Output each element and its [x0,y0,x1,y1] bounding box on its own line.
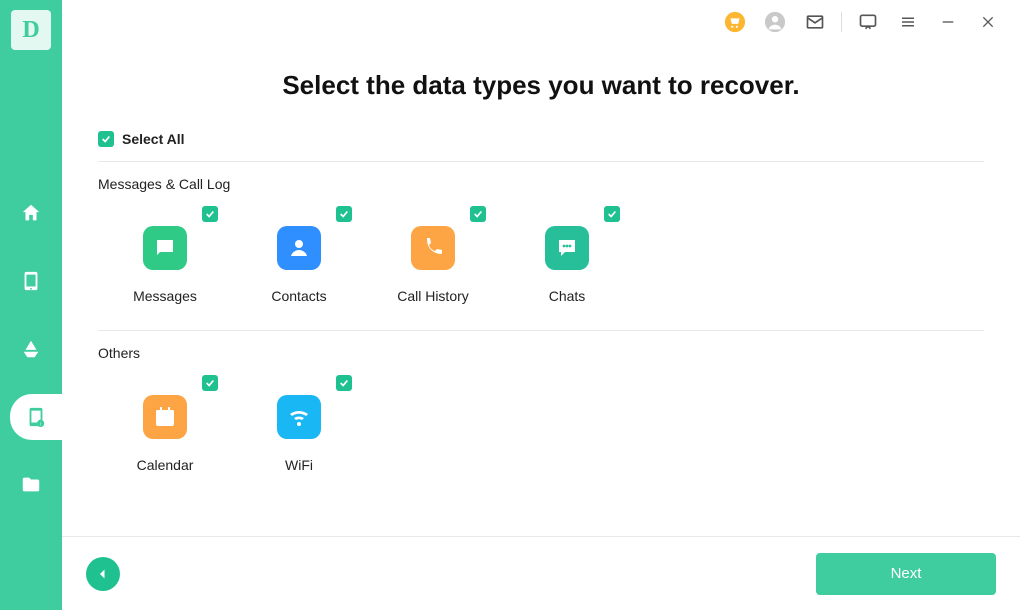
nav-cloud[interactable] [0,326,62,372]
person-icon [277,226,321,270]
select-all-row[interactable]: Select All [98,131,984,162]
tile-checkbox[interactable] [336,375,352,391]
phone-call-icon [411,226,455,270]
datatype-tile[interactable]: WiFi [232,379,366,473]
nav-device-alert[interactable]: ! [10,394,62,440]
datatype-tile[interactable]: Calendar [98,379,232,473]
check-icon [473,209,483,219]
calendar-icon [143,395,187,439]
chat-bubble-icon [545,226,589,270]
page-title: Select the data types you want to recove… [62,70,1020,101]
sidebar: D ! [0,0,62,610]
svg-text:!: ! [40,421,41,426]
next-button[interactable]: Next [816,553,996,595]
tile-checkbox[interactable] [470,206,486,222]
message-icon [143,226,187,270]
nav-folder[interactable] [0,462,62,508]
check-icon [205,378,215,388]
tile-label: Contacts [271,288,326,304]
arrow-left-icon [94,565,112,583]
tile-label: Chats [549,288,586,304]
back-button[interactable] [86,557,120,591]
section-title: Messages & Call Log [98,176,984,192]
nav-phone[interactable] [0,258,62,304]
datatype-tile[interactable]: Chats [500,210,634,304]
datatype-tile[interactable]: Contacts [232,210,366,304]
home-icon [20,202,42,224]
tile-label: Calendar [137,457,194,473]
section-title: Others [98,345,984,361]
cloud-icon [20,338,42,360]
app-logo: D [11,10,51,50]
folder-icon [20,474,42,496]
nav-list: ! [0,190,62,508]
device-alert-icon: ! [25,406,47,428]
select-all-checkbox[interactable] [98,131,114,147]
tile-label: Call History [397,288,469,304]
select-all-label: Select All [122,131,185,147]
datatype-grid: Messages Contacts Call History Chats [98,210,984,331]
check-icon [339,378,349,388]
check-icon [205,209,215,219]
check-icon [101,134,111,144]
datatype-grid: Calendar WiFi [98,379,984,499]
tile-checkbox[interactable] [202,375,218,391]
phone-icon [20,270,42,292]
tile-checkbox[interactable] [604,206,620,222]
nav-home[interactable] [0,190,62,236]
tile-label: Messages [133,288,197,304]
tile-checkbox[interactable] [202,206,218,222]
datatype-tile[interactable]: Call History [366,210,500,304]
tile-checkbox[interactable] [336,206,352,222]
check-icon [339,209,349,219]
datatype-tile[interactable]: Messages [98,210,232,304]
wifi-icon [277,395,321,439]
check-icon [607,209,617,219]
tile-label: WiFi [285,457,313,473]
footer: Next [62,536,1020,610]
main-content: Select the data types you want to recove… [62,0,1020,610]
